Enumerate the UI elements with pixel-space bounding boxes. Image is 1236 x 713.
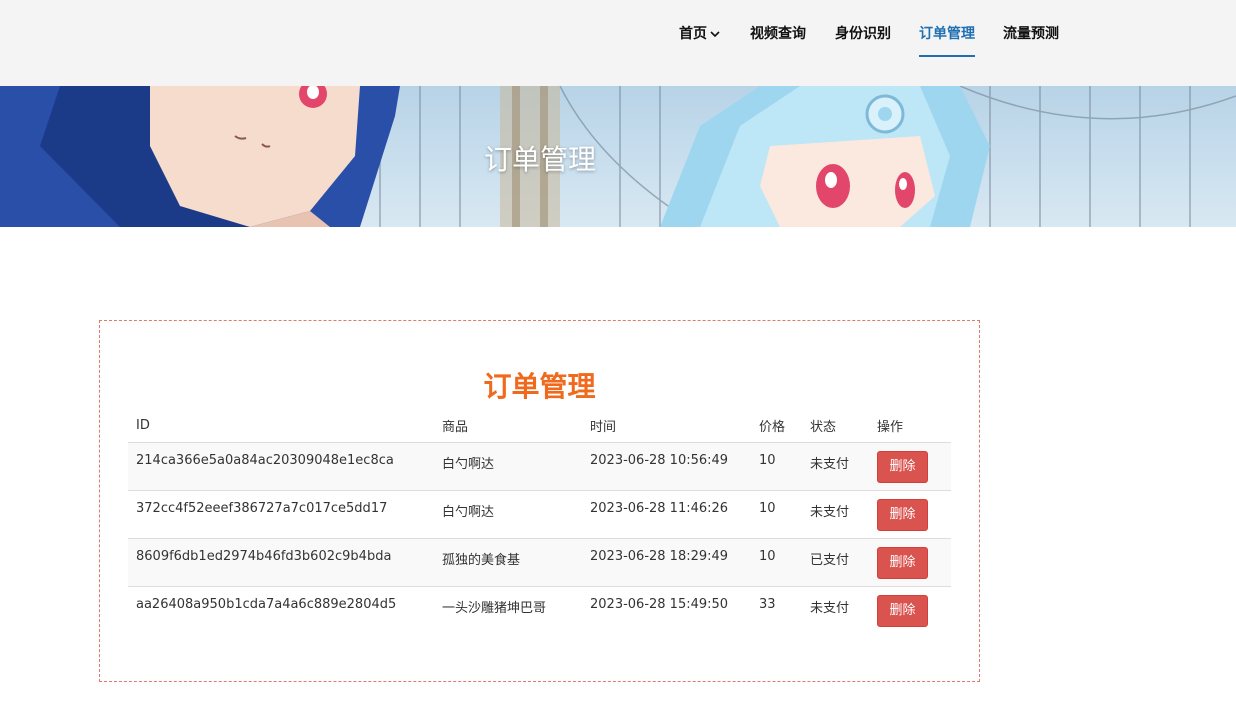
cell-product: 白勺啊达: [434, 441, 582, 490]
cell-order-id: 214ca366e5a0a84ac20309048e1ec8ca: [128, 441, 434, 490]
cell-order-id: 372cc4f52eeef386727a7c017ce5dd17: [128, 489, 434, 538]
column-header-product: 商品: [434, 409, 582, 443]
cell-action: 删除: [869, 489, 951, 538]
table-row: 372cc4f52eeef386727a7c017ce5dd17 白勺啊达 20…: [128, 489, 951, 538]
delete-button[interactable]: 删除: [877, 450, 928, 483]
cell-order-id: 8609f6db1ed2974b46fd3b602c9b4bda: [128, 537, 434, 586]
nav-item-label: 视频查询: [750, 26, 806, 42]
cell-status: 未支付: [802, 441, 869, 490]
table-row: 8609f6db1ed2974b46fd3b602c9b4bda 孤独的美食基 …: [128, 537, 951, 586]
cell-time: 2023-06-28 11:46:26: [582, 489, 751, 538]
top-navbar: 首页 视频查询 身份识别 订单管理 流量预测: [0, 0, 1236, 86]
cell-action: 删除: [869, 441, 951, 490]
active-tab-underline: [919, 55, 975, 57]
cell-order-id: aa26408a950b1cda7a4a6c889e2804d5: [128, 585, 434, 634]
table-header-row: ID 商品 时间 价格 状态 操作: [128, 409, 951, 443]
page-banner: 订单管理: [0, 86, 1236, 227]
orders-panel: 订单管理 ID 商品 时间 价格 状态 操作 214ca366e5a0a84ac…: [99, 320, 980, 682]
cell-time: 2023-06-28 18:29:49: [582, 537, 751, 586]
nav-item-label: 流量预测: [1003, 26, 1059, 42]
cell-action: 删除: [869, 537, 951, 586]
nav-item-video-search[interactable]: 视频查询: [750, 24, 806, 44]
cell-time: 2023-06-28 10:56:49: [582, 441, 751, 490]
delete-button[interactable]: 删除: [877, 594, 928, 627]
nav-item-label: 订单管理: [919, 26, 975, 42]
cell-price: 33: [751, 585, 802, 634]
cell-product: 孤独的美食基: [434, 537, 582, 586]
cell-action: 删除: [869, 585, 951, 634]
cell-price: 10: [751, 489, 802, 538]
cell-product: 白勺啊达: [434, 489, 582, 538]
nav-item-label: 身份识别: [835, 26, 891, 42]
orders-table: ID 商品 时间 价格 状态 操作 214ca366e5a0a84ac20309…: [128, 409, 951, 634]
column-header-status: 状态: [802, 409, 869, 443]
column-header-price: 价格: [751, 409, 802, 443]
delete-button[interactable]: 删除: [877, 546, 928, 579]
column-header-id: ID: [128, 409, 434, 443]
delete-button[interactable]: 删除: [877, 498, 928, 531]
nav-item-traffic-forecast[interactable]: 流量预测: [1003, 24, 1059, 44]
cell-status: 未支付: [802, 585, 869, 634]
nav-item-home[interactable]: 首页: [679, 24, 721, 44]
nav-item-identity[interactable]: 身份识别: [835, 24, 891, 44]
cell-price: 10: [751, 441, 802, 490]
cell-status: 未支付: [802, 489, 869, 538]
table-row: 214ca366e5a0a84ac20309048e1ec8ca 白勺啊达 20…: [128, 441, 951, 490]
table-row: aa26408a950b1cda7a4a6c889e2804d5 一头沙雕猪坤巴…: [128, 585, 951, 634]
cell-time: 2023-06-28 15:49:50: [582, 585, 751, 634]
column-header-time: 时间: [582, 409, 751, 443]
nav-item-label: 首页: [679, 26, 707, 42]
column-header-action: 操作: [869, 409, 951, 443]
cell-product: 一头沙雕猪坤巴哥: [434, 585, 582, 634]
nav-item-orders[interactable]: 订单管理: [919, 24, 975, 57]
cell-price: 10: [751, 537, 802, 586]
chevron-down-icon: [710, 31, 720, 38]
cell-status: 已支付: [802, 537, 869, 586]
panel-title: 订单管理: [483, 370, 596, 403]
banner-title: 订单管理: [483, 143, 596, 176]
